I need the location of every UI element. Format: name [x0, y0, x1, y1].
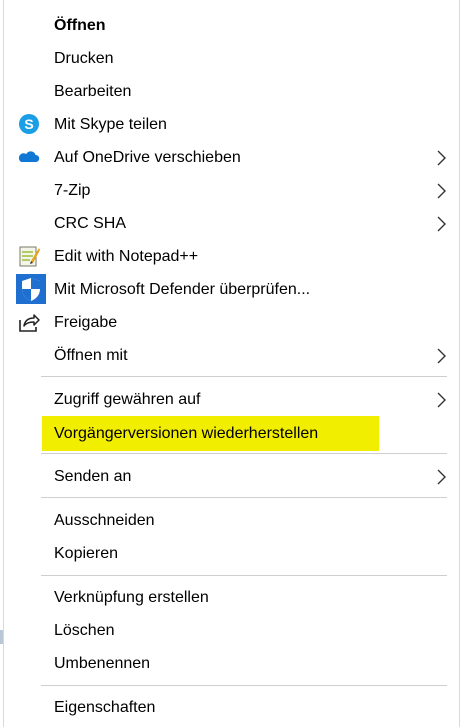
menu-item-label: Auf OneDrive verschieben — [54, 149, 241, 166]
menu-item-label: CRC SHA — [54, 215, 127, 232]
chevron-right-icon — [435, 149, 447, 167]
menu-item-7zip[interactable]: 7-Zip — [4, 174, 459, 207]
chevron-right-icon — [435, 215, 447, 233]
menu-item-label: Drucken — [54, 50, 114, 67]
menu-separator — [41, 376, 447, 377]
menu-item-delete[interactable]: Löschen — [4, 614, 459, 647]
menu-item-rename[interactable]: Umbenennen — [4, 647, 459, 680]
menu-item-label: Bearbeiten — [54, 83, 132, 100]
menu-item-print[interactable]: Drucken — [4, 42, 459, 75]
menu-separator — [41, 453, 447, 454]
menu-item-create-shortcut[interactable]: Verknüpfung erstellen — [4, 581, 459, 614]
menu-separator — [41, 497, 447, 498]
menu-item-grant-access[interactable]: Zugriff gewähren auf — [4, 383, 459, 416]
menu-item-open-with[interactable]: Öffnen mit — [4, 339, 459, 372]
menu-item-label: Vorgängerversionen wiederherstellen — [54, 425, 319, 442]
menu-item-label: Edit with Notepad++ — [54, 248, 199, 265]
menu-item-label: Mit Skype teilen — [54, 116, 167, 133]
menu-item-share[interactable]: Freigabe — [4, 306, 459, 339]
menu-item-label: Zugriff gewähren auf — [54, 391, 201, 408]
menu-item-notepad-plus-plus[interactable]: Edit with Notepad++ — [4, 240, 459, 273]
menu-item-label: Löschen — [54, 622, 115, 639]
chevron-right-icon — [435, 347, 447, 365]
menu-item-copy[interactable]: Kopieren — [4, 537, 459, 570]
share-icon — [17, 310, 41, 334]
menu-item-label: Freigabe — [54, 314, 118, 331]
menu-item-label: Kopieren — [54, 545, 119, 562]
menu-item-crc-sha[interactable]: CRC SHA — [4, 207, 459, 240]
skype-icon: S — [17, 112, 41, 136]
menu-item-label: Öffnen mit — [54, 347, 128, 364]
menu-item-move-onedrive[interactable]: Auf OneDrive verschieben — [4, 141, 459, 174]
menu-item-label: 7-Zip — [54, 182, 91, 199]
menu-item-label: Senden an — [54, 468, 132, 485]
menu-item-properties[interactable]: Eigenschaften — [4, 691, 459, 724]
menu-item-label: Eigenschaften — [54, 699, 156, 716]
menu-item-label: Ausschneiden — [54, 512, 155, 529]
onedrive-icon — [17, 145, 41, 169]
menu-item-cut[interactable]: Ausschneiden — [4, 504, 459, 537]
menu-separator — [41, 575, 447, 576]
menu-item-share-skype[interactable]: S Mit Skype teilen — [4, 108, 459, 141]
menu-item-send-to[interactable]: Senden an — [4, 460, 459, 493]
menu-item-label: Mit Microsoft Defender überprüfen... — [54, 281, 311, 298]
menu-item-open[interactable]: Öffnen — [4, 9, 459, 42]
menu-item-label: Verknüpfung erstellen — [54, 589, 209, 606]
notepad-plus-plus-icon — [17, 244, 41, 268]
menu-item-label: Umbenennen — [54, 655, 151, 672]
chevron-right-icon — [435, 391, 447, 409]
menu-item-defender-scan[interactable]: Mit Microsoft Defender überprüfen... — [4, 273, 459, 306]
menu-item-restore-previous-versions[interactable]: Vorgängerversionen wiederherstellen — [4, 417, 459, 450]
chevron-right-icon — [435, 182, 447, 200]
svg-text:S: S — [24, 116, 33, 132]
context-menu: Öffnen Drucken Bearbeiten S Mit Skype te… — [3, 0, 460, 727]
menu-item-label: Öffnen — [54, 17, 106, 34]
menu-separator — [41, 685, 447, 686]
defender-shield-icon — [16, 274, 46, 304]
menu-item-edit[interactable]: Bearbeiten — [4, 75, 459, 108]
chevron-right-icon — [435, 468, 447, 486]
